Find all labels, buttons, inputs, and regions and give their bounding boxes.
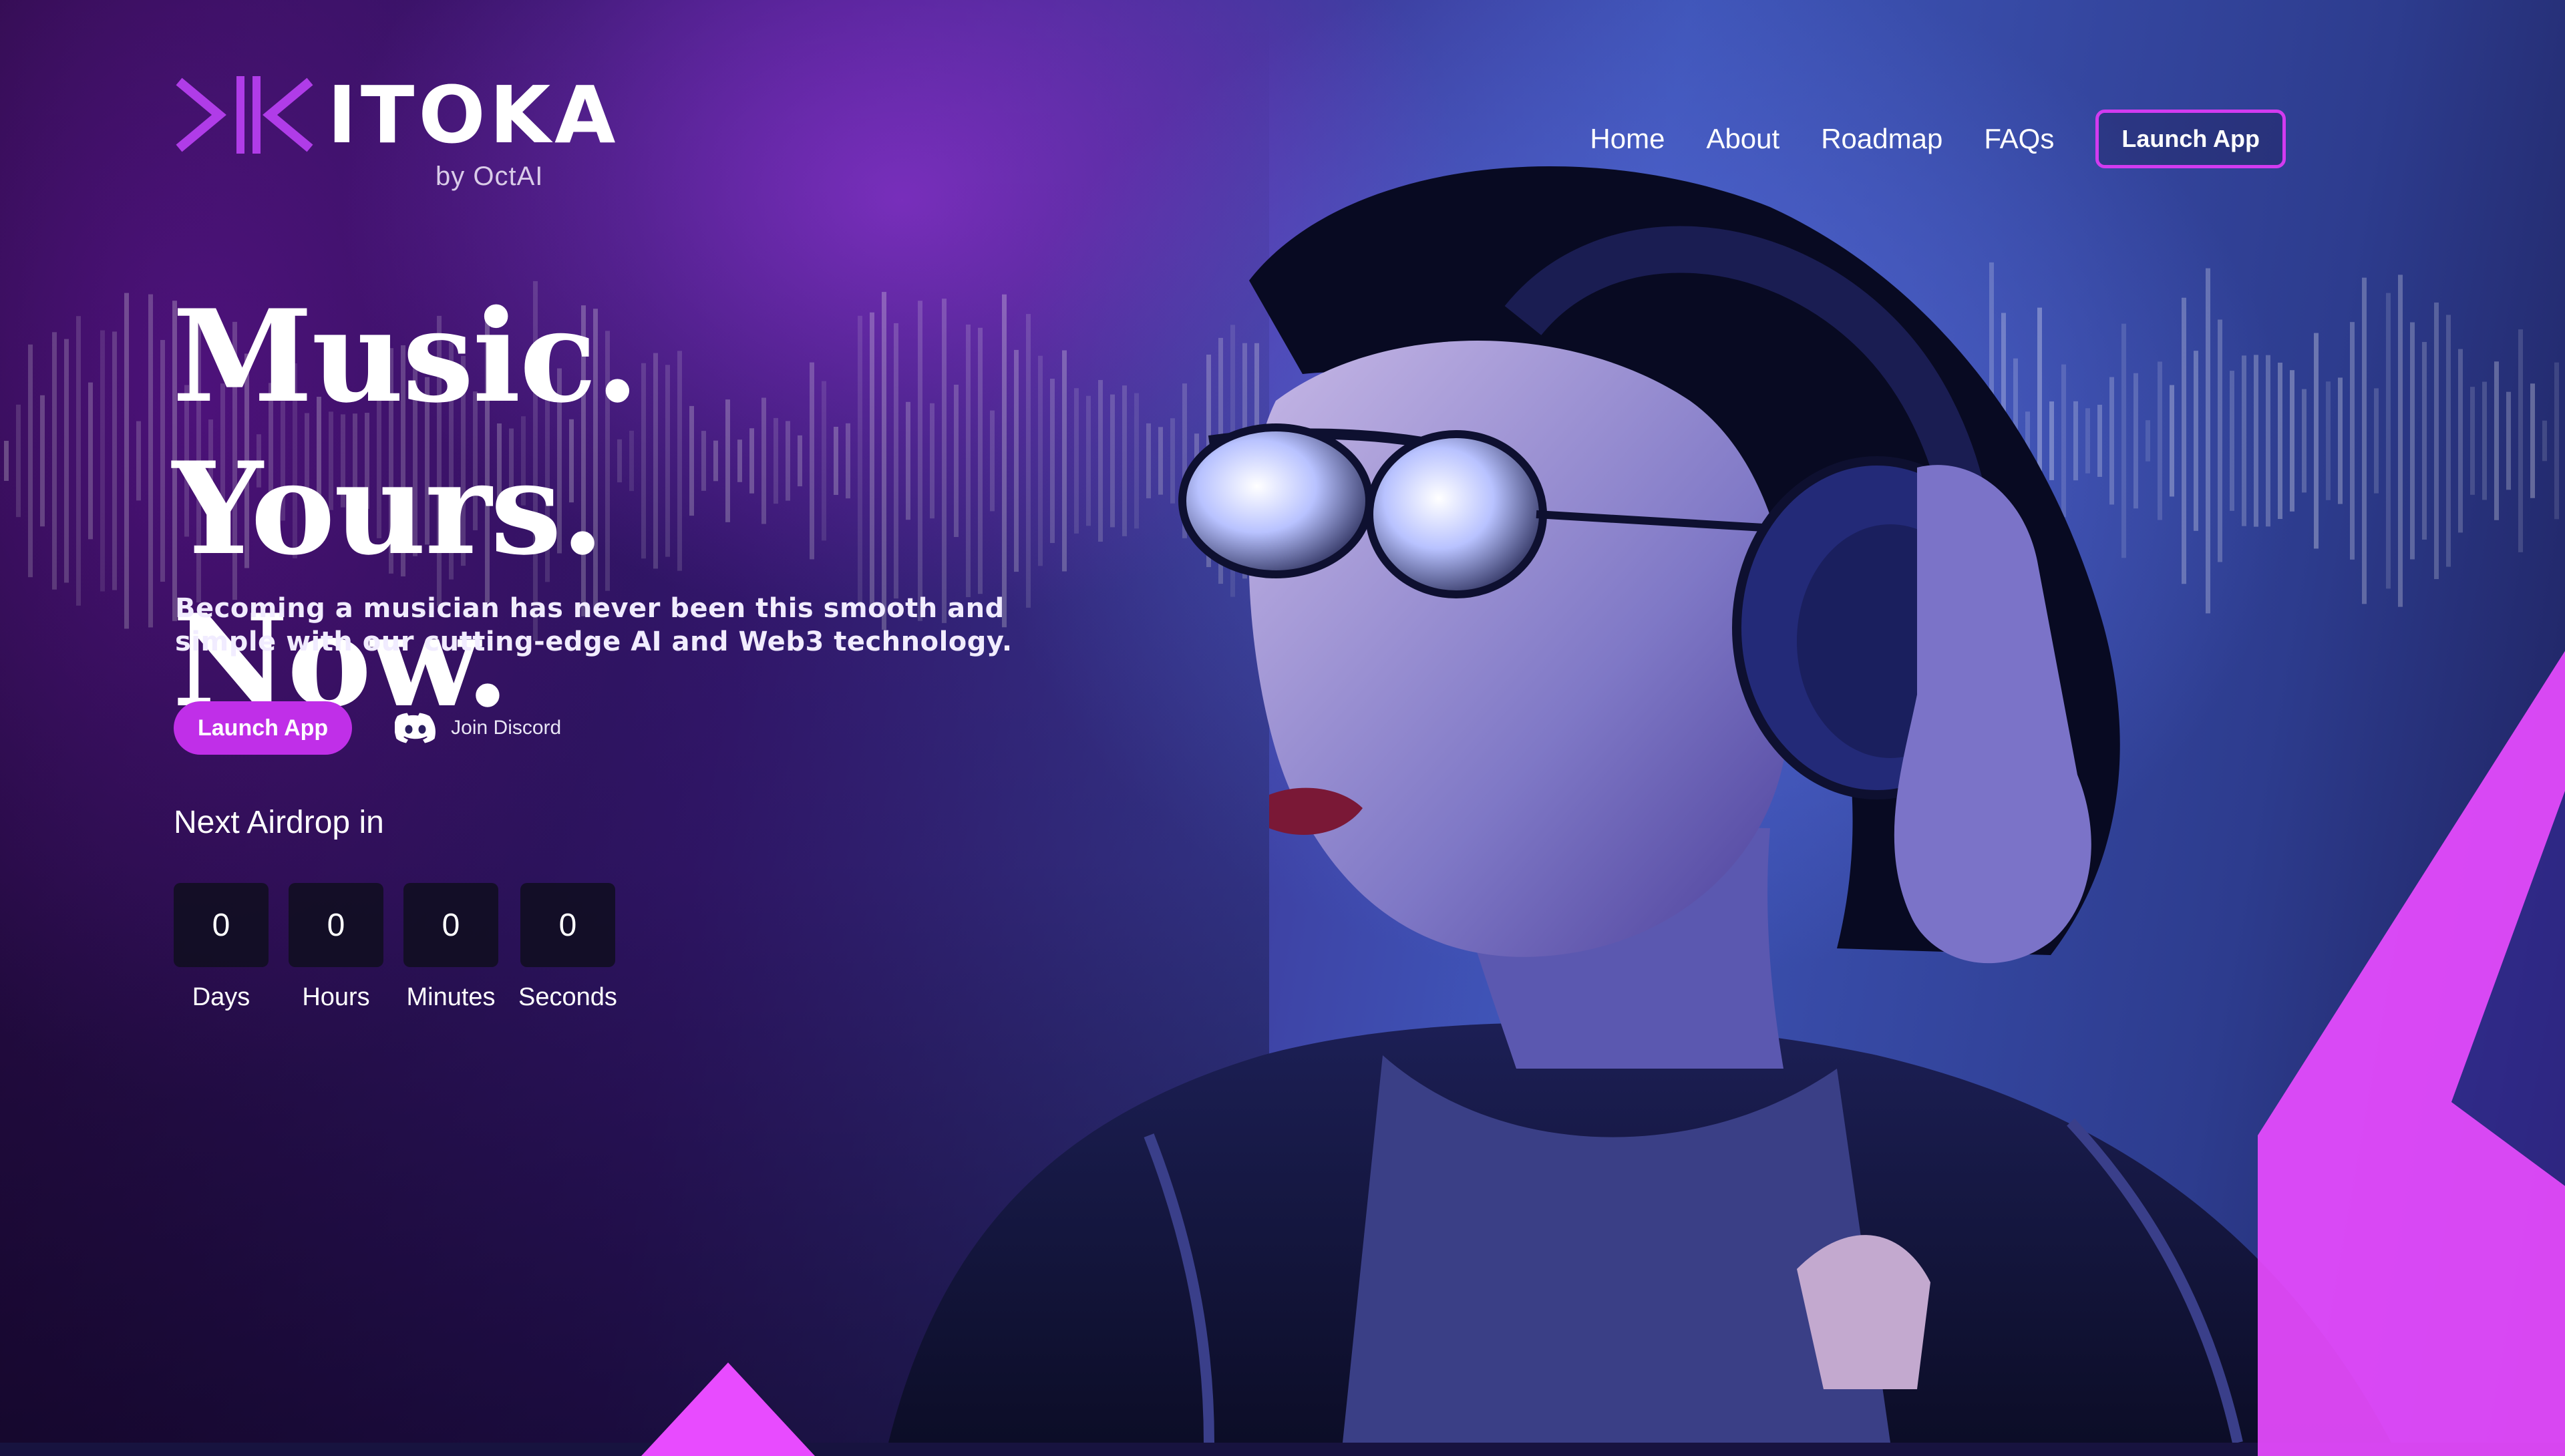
hero-subtitle: Becoming a musician has never been this … bbox=[175, 593, 1013, 657]
hero-actions: Launch App Join Discord bbox=[174, 701, 561, 755]
countdown-hours: 0 Hours bbox=[289, 883, 383, 1012]
top-nav: Home About Roadmap FAQs Launch App bbox=[1590, 110, 2286, 168]
nav-faqs[interactable]: FAQs bbox=[1984, 123, 2054, 155]
nav-launch-app-button[interactable]: Launch App bbox=[2095, 110, 2286, 168]
countdown-value: 0 bbox=[174, 883, 269, 967]
waveform-bar bbox=[2554, 362, 2559, 520]
join-discord-link[interactable]: Join Discord bbox=[395, 712, 561, 744]
launch-app-button[interactable]: Launch App bbox=[174, 701, 353, 755]
brand-name: ITOKA bbox=[327, 69, 620, 161]
countdown-minutes: 0 Minutes bbox=[403, 883, 498, 1012]
countdown-label: Seconds bbox=[518, 983, 617, 1011]
brand-byline: by OctAI bbox=[436, 162, 544, 191]
countdown-seconds: 0 Seconds bbox=[518, 883, 617, 1012]
nav-home[interactable]: Home bbox=[1590, 123, 1665, 155]
countdown-label: Hours bbox=[302, 983, 370, 1011]
countdown-days: 0 Days bbox=[174, 883, 269, 1012]
countdown-value: 0 bbox=[289, 883, 383, 967]
hero-title-line-1: Music. Yours. bbox=[172, 282, 639, 583]
discord-icon bbox=[395, 713, 436, 743]
airdrop-countdown: 0 Days 0 Hours 0 Minutes 0 Seconds bbox=[174, 883, 617, 1012]
countdown-value: 0 bbox=[403, 883, 498, 967]
neon-triangle-decoration bbox=[2258, 651, 2565, 1456]
countdown-label: Days bbox=[192, 983, 250, 1011]
airdrop-title: Next Airdrop in bbox=[174, 805, 384, 840]
brand-logo[interactable]: ITOKA by OctAI bbox=[172, 72, 615, 206]
logo-mark-icon bbox=[176, 76, 313, 154]
countdown-label: Minutes bbox=[406, 983, 496, 1011]
nav-about[interactable]: About bbox=[1706, 123, 1779, 155]
countdown-value: 0 bbox=[520, 883, 615, 967]
join-discord-label: Join Discord bbox=[451, 717, 562, 739]
neon-corner-decoration bbox=[641, 1362, 815, 1456]
waveform-bar bbox=[2542, 420, 2547, 462]
nav-roadmap[interactable]: Roadmap bbox=[1821, 123, 1942, 155]
hero-title: Music. Yours. Now. bbox=[172, 281, 1107, 737]
